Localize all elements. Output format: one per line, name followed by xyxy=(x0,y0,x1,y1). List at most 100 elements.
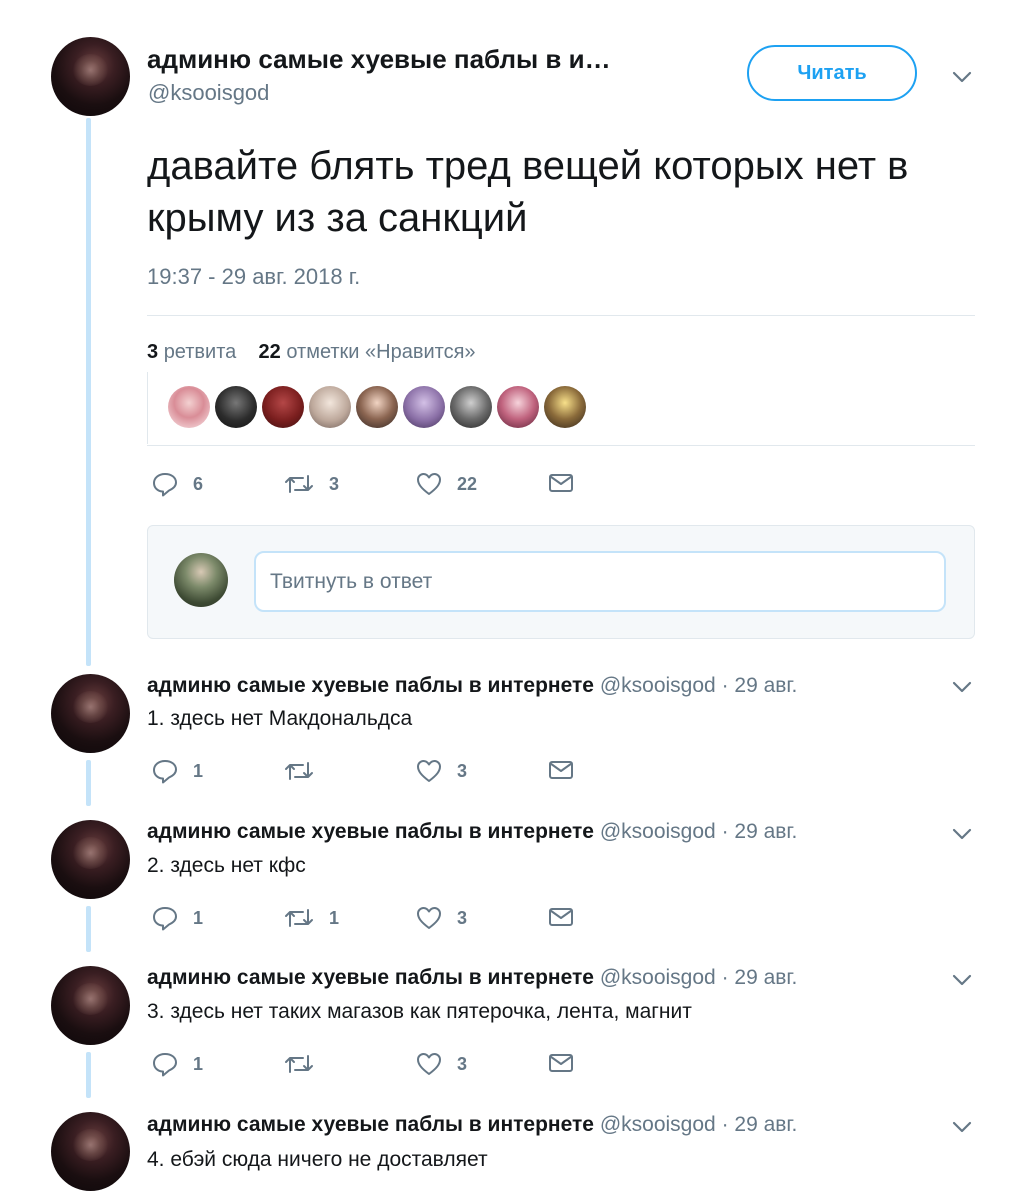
chevron-down-icon[interactable] xyxy=(951,969,973,991)
reply-action[interactable]: 1 xyxy=(151,904,203,932)
reply-author-handle[interactable]: @ksooisgod xyxy=(600,966,716,989)
reply-input[interactable]: Твитнуть в ответ xyxy=(254,551,946,612)
reply-text: 3. здесь нет таких магазов как пятерочка… xyxy=(147,1000,692,1023)
envelope-icon xyxy=(549,474,573,492)
liker-avatar[interactable] xyxy=(309,386,351,428)
like-count: 3 xyxy=(457,907,468,928)
retweet-count: 1 xyxy=(329,907,340,928)
liker-avatar[interactable] xyxy=(544,386,586,428)
retweet-action[interactable]: 3 xyxy=(283,470,339,498)
reply-placeholder: Твитнуть в ответ xyxy=(270,569,433,593)
thread-line xyxy=(86,1052,91,1098)
reply-date[interactable]: · 29 авг. xyxy=(722,674,798,697)
author-name[interactable]: админю самые хуевые паблы в и… xyxy=(147,44,611,75)
retweet-icon xyxy=(285,475,313,493)
retweets-label[interactable]: ретвита xyxy=(164,341,237,363)
divider xyxy=(147,445,975,446)
reply-action[interactable]: 1 xyxy=(151,1050,203,1078)
like-count: 3 xyxy=(457,1053,468,1074)
reply-header: админю самые хуевые паблы в интернете @k… xyxy=(147,1113,797,1137)
reply-action[interactable]: 1 xyxy=(151,757,203,785)
reply-author-handle[interactable]: @ksooisgod xyxy=(600,1113,716,1136)
chevron-down-icon[interactable] xyxy=(951,676,973,698)
liker-avatar[interactable] xyxy=(450,386,492,428)
liker-avatar[interactable] xyxy=(497,386,539,428)
retweet-icon xyxy=(285,762,313,780)
reply-header: админю самые хуевые паблы в интернете @k… xyxy=(147,674,797,698)
reply-action[interactable]: 6 xyxy=(151,470,203,498)
divider xyxy=(147,315,975,316)
reply-icon xyxy=(153,907,177,931)
reply-date[interactable]: · 29 авг. xyxy=(722,966,798,989)
like-action[interactable]: 3 xyxy=(415,1050,467,1078)
reply-text: 1. здесь нет Макдональдса xyxy=(147,707,413,730)
reply-author-name[interactable]: админю самые хуевые паблы в интернете xyxy=(147,1113,594,1136)
tweet-text: давайте блять тред вещей которых нет в к… xyxy=(147,144,909,240)
heart-icon xyxy=(417,907,441,929)
reply-text: 2. здесь нет кфс xyxy=(147,854,306,877)
like-action[interactable]: 3 xyxy=(415,904,467,932)
chevron-down-icon[interactable] xyxy=(951,823,973,845)
reply-count: 1 xyxy=(193,907,204,928)
retweets-count[interactable]: 3 xyxy=(147,341,158,363)
reply-icon xyxy=(153,760,177,784)
reply-header: админю самые хуевые паблы в интернете @k… xyxy=(147,820,797,844)
reply-author-handle[interactable]: @ksooisgod xyxy=(600,820,716,843)
reply-icon xyxy=(153,1053,177,1077)
like-count: 3 xyxy=(457,760,468,781)
thread-line xyxy=(86,906,91,952)
reply-avatar[interactable] xyxy=(51,820,130,899)
reply-author-name[interactable]: админю самые хуевые паблы в интернете xyxy=(147,966,594,989)
likes-label[interactable]: отметки «Нравится» xyxy=(286,341,475,363)
reply-date[interactable]: · 29 авг. xyxy=(722,820,798,843)
retweet-action[interactable] xyxy=(283,757,329,785)
likes-count[interactable]: 22 xyxy=(259,341,281,363)
message-action[interactable] xyxy=(548,471,574,495)
chevron-down-icon[interactable] xyxy=(951,1116,973,1138)
reply-author-handle[interactable]: @ksooisgod xyxy=(600,674,716,697)
liker-avatar[interactable] xyxy=(262,386,304,428)
envelope-icon xyxy=(549,761,573,779)
liker-avatar[interactable] xyxy=(403,386,445,428)
reply-avatar[interactable] xyxy=(51,1112,130,1191)
retweet-count: 3 xyxy=(329,473,340,494)
tweet-timestamp[interactable]: 19:37 - 29 авг. 2018 г. xyxy=(147,264,360,290)
heart-icon xyxy=(417,760,441,782)
message-action[interactable] xyxy=(548,905,574,929)
liker-avatar[interactable] xyxy=(168,386,210,428)
retweet-action[interactable]: 1 xyxy=(283,904,339,932)
reply-avatar[interactable] xyxy=(51,674,130,753)
follow-button[interactable]: Читать xyxy=(747,45,917,101)
reply-author-name[interactable]: админю самые хуевые паблы в интернете xyxy=(147,820,594,843)
like-action[interactable]: 22 xyxy=(415,470,477,498)
liker-avatar[interactable] xyxy=(215,386,257,428)
message-action[interactable] xyxy=(548,1051,574,1075)
author-handle[interactable]: @ksooisgod xyxy=(148,80,269,106)
retweet-icon xyxy=(285,1055,313,1073)
liker-avatar[interactable] xyxy=(356,386,398,428)
chevron-down-icon[interactable] xyxy=(951,66,973,88)
envelope-icon xyxy=(549,1054,573,1072)
envelope-icon xyxy=(549,908,573,926)
reply-header: админю самые хуевые паблы в интернете @k… xyxy=(147,966,797,990)
retweet-action[interactable] xyxy=(283,1050,329,1078)
reply-avatar[interactable] xyxy=(51,966,130,1045)
tweet-stats: 3 ретвита 22 отметки «Нравится» xyxy=(147,341,476,364)
reply-count: 6 xyxy=(193,473,204,494)
reply-date[interactable]: · 29 авг. xyxy=(722,1113,798,1136)
thread-line xyxy=(86,760,91,806)
reply-icon xyxy=(153,473,177,497)
reply-count: 1 xyxy=(193,1053,204,1074)
like-action[interactable]: 3 xyxy=(415,757,467,785)
reply-count: 1 xyxy=(193,760,204,781)
retweet-icon xyxy=(285,909,313,927)
thread-line xyxy=(86,118,91,666)
like-count: 22 xyxy=(457,473,478,494)
stats-separator xyxy=(147,372,148,444)
heart-icon xyxy=(417,1053,441,1075)
current-user-avatar xyxy=(174,553,228,607)
reply-author-name[interactable]: админю самые хуевые паблы в интернете xyxy=(147,674,594,697)
author-avatar[interactable] xyxy=(51,37,130,116)
message-action[interactable] xyxy=(548,758,574,782)
heart-icon xyxy=(417,473,441,495)
